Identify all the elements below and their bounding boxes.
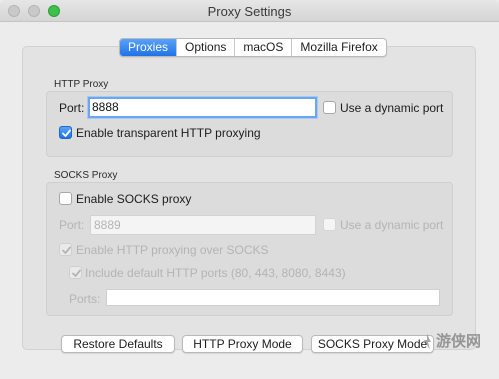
http-port-label: Port: [59,101,85,115]
transparent-proxying-label: Enable transparent HTTP proxying [76,126,261,140]
default-ports-label: Include default HTTP ports (80, 443, 808… [85,266,346,280]
restore-defaults-button[interactable]: Restore Defaults [61,335,175,353]
default-ports-checkbox[interactable] [69,266,82,279]
http-port-field[interactable]: 8888 [88,97,317,118]
title-bar: Proxy Settings [0,0,499,22]
socks-port-label: Port: [59,218,85,232]
tab-mozilla-firefox[interactable]: Mozilla Firefox [291,39,385,56]
http-proxy-mode-button[interactable]: HTTP Proxy Mode [182,335,303,353]
http-over-socks-label: Enable HTTP proxying over SOCKS [76,243,269,257]
http-proxy-title: HTTP Proxy [54,79,109,90]
proxy-settings-window: Proxy Settings Proxies Options macOS Moz… [0,0,499,379]
window-title: Proxy Settings [207,4,292,19]
http-dynamic-port-label: Use a dynamic port [340,101,444,115]
ports-label: Ports: [69,292,101,306]
transparent-proxying-checkbox[interactable] [59,126,72,139]
socks-proxy-mode-button[interactable]: SOCKS Proxy Mode [311,335,434,353]
http-dynamic-port-checkbox[interactable] [323,101,336,114]
tab-macos[interactable]: macOS [234,39,291,56]
ports-field[interactable] [106,289,440,306]
enable-socks-label: Enable SOCKS proxy [76,192,192,206]
watermark-text: 游侠网 [436,333,482,350]
socks-dynamic-port-label: Use a dynamic port [340,218,444,232]
socks-proxy-title: SOCKS Proxy [54,170,118,181]
tab-bar: Proxies Options macOS Mozilla Firefox [119,38,387,57]
watermark-icon [424,334,431,351]
watermark-logo: 游侠网 [420,330,481,351]
enable-socks-checkbox[interactable] [59,192,72,205]
tab-options[interactable]: Options [176,39,234,56]
checkmark-icon [62,129,71,137]
http-over-socks-checkbox[interactable] [59,243,72,256]
tab-proxies[interactable]: Proxies [120,39,177,56]
checkmark-icon [62,246,71,254]
socks-dynamic-port-checkbox[interactable] [323,218,336,231]
socks-port-field[interactable]: 8889 [90,215,316,235]
checkmark-icon [72,269,81,277]
